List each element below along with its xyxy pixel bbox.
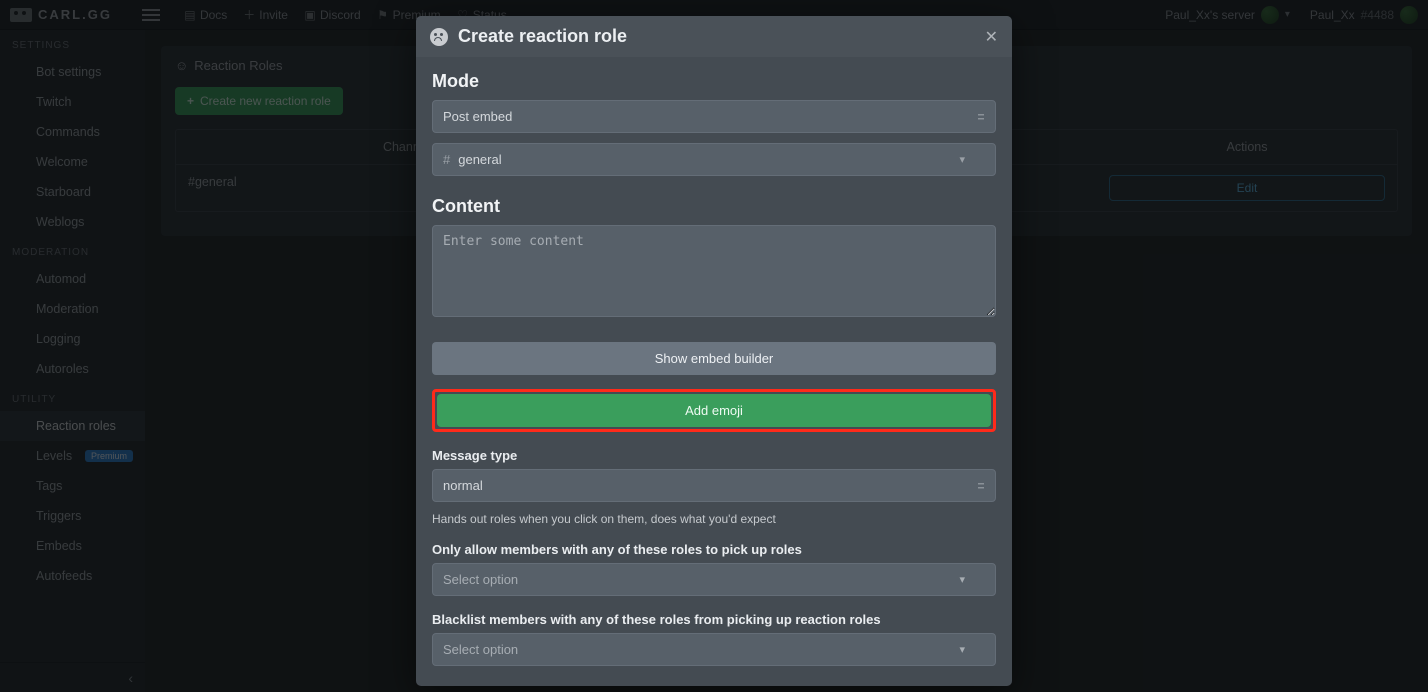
modal-title: Create reaction role: [458, 26, 627, 47]
modal-header: Create reaction role ✕: [416, 16, 1012, 57]
modal-body: Mode Post embed # general ▾ Content Show…: [416, 57, 1012, 686]
channel-value: general: [458, 152, 501, 167]
chevron-down-icon: ▾: [959, 643, 965, 656]
content-textarea[interactable]: [432, 225, 996, 317]
whitelist-select[interactable]: Select option ▾: [432, 563, 996, 596]
sad-face-icon: [430, 28, 448, 46]
chevron-down-icon: ▾: [959, 573, 965, 586]
chevron-down-icon: ▾: [959, 153, 965, 166]
blacklist-placeholder: Select option: [443, 642, 518, 657]
hash-icon: #: [443, 152, 450, 167]
blacklist-select[interactable]: Select option ▾: [432, 633, 996, 666]
mode-section-title: Mode: [432, 71, 996, 92]
create-reaction-role-modal: Create reaction role ✕ Mode Post embed #…: [416, 16, 1012, 686]
message-type-select[interactable]: normal: [432, 469, 996, 502]
add-emoji-highlight: Add emoji: [432, 389, 996, 432]
mode-select-wrap: Post embed: [432, 100, 996, 133]
add-emoji-button[interactable]: Add emoji: [437, 394, 991, 427]
whitelist-placeholder: Select option: [443, 572, 518, 587]
mode-select[interactable]: Post embed: [432, 100, 996, 133]
content-section-title: Content: [432, 196, 996, 217]
close-icon[interactable]: ✕: [985, 27, 998, 47]
show-embed-builder-button[interactable]: Show embed builder: [432, 342, 996, 375]
whitelist-label: Only allow members with any of these rol…: [432, 542, 996, 557]
blacklist-label: Blacklist members with any of these role…: [432, 612, 996, 627]
message-type-help: Hands out roles when you click on them, …: [432, 512, 996, 526]
message-type-label: Message type: [432, 448, 996, 463]
channel-dropdown[interactable]: # general ▾: [432, 143, 996, 176]
message-type-select-wrap: normal: [432, 469, 996, 502]
